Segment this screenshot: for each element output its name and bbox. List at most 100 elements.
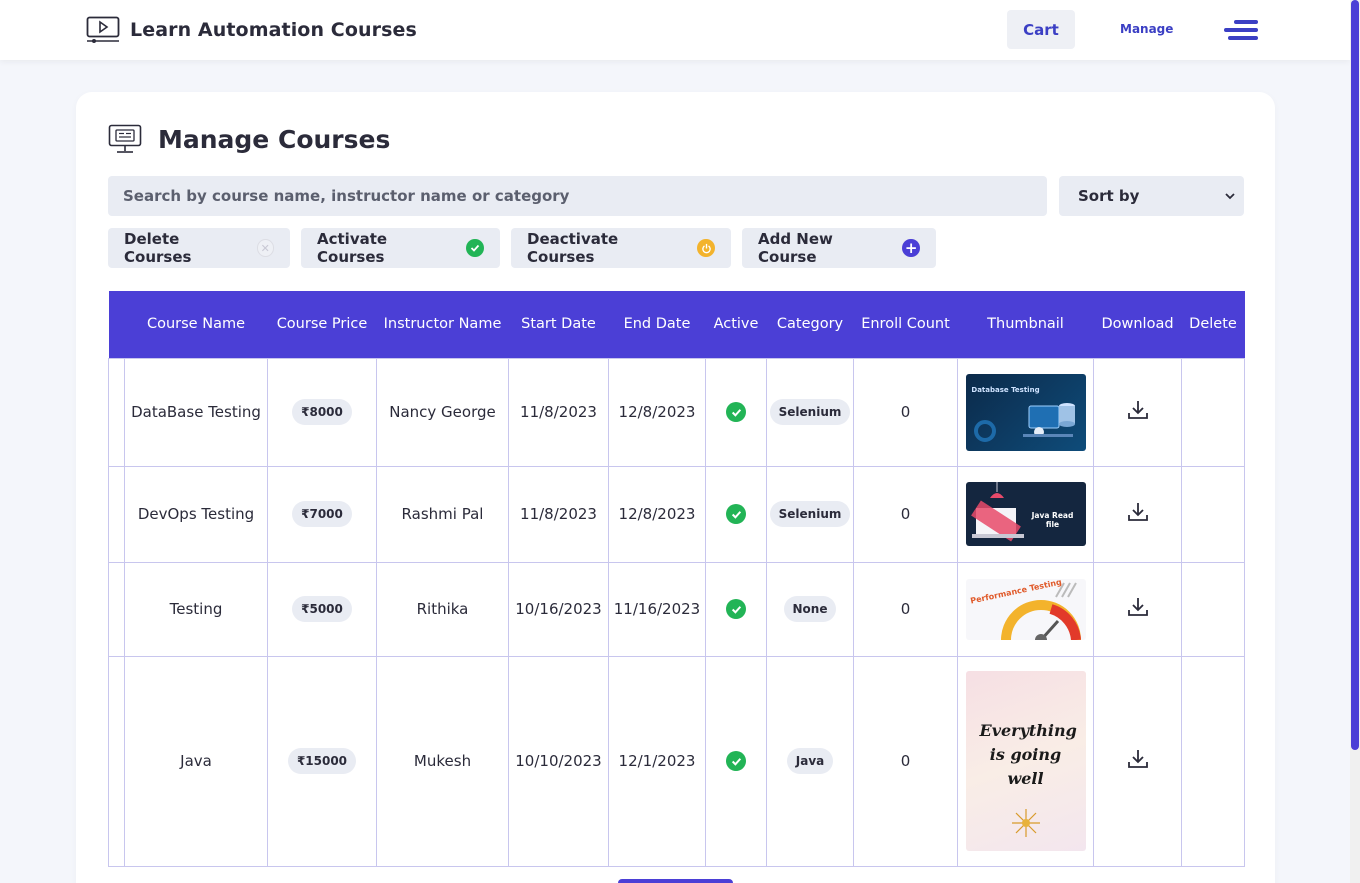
thumbnail-caption: Everything is going well — [979, 721, 1077, 788]
active-cell — [705, 465, 767, 563]
course-thumbnail: Database Testing — [965, 373, 1086, 451]
download-icon[interactable] — [1126, 500, 1150, 524]
row-select-cell[interactable] — [108, 561, 125, 657]
course-price-cell: ₹5000 — [267, 561, 377, 657]
row-select-cell[interactable] — [108, 465, 125, 563]
scrollbar-thumb[interactable] — [1351, 0, 1359, 750]
course-price: ₹5000 — [292, 596, 352, 622]
start-date: 11/8/2023 — [508, 465, 609, 563]
header-course-price[interactable]: Course Price — [268, 291, 377, 358]
instructor-name: Rithika — [376, 561, 509, 657]
activate-courses-button[interactable]: Activate Courses — [301, 228, 500, 268]
circle-decoration-icon — [973, 419, 996, 442]
download-icon[interactable] — [1126, 398, 1150, 422]
course-price-cell: ₹15000 — [267, 655, 377, 867]
speedometer-illustration-icon — [1000, 599, 1081, 640]
delete-cell[interactable] — [1181, 655, 1245, 867]
delete-cell[interactable] — [1181, 561, 1245, 657]
start-date: 10/16/2023 — [508, 561, 609, 657]
header-course-name[interactable]: Course Name — [125, 291, 268, 358]
active-cell — [705, 655, 767, 867]
top-navbar: Learn Automation Courses Cart Manage — [0, 0, 1350, 60]
course-name: DevOps Testing — [124, 465, 268, 563]
page-scrollbar[interactable] — [1350, 0, 1360, 883]
add-new-course-label: Add New Course — [758, 230, 833, 266]
category-cell: Selenium — [766, 357, 854, 467]
plus-circle-icon: + — [902, 239, 920, 257]
table-row: DevOps Testing ₹7000 Rashmi Pal 11/8/202… — [108, 465, 1245, 563]
thumbnail-cell: Performance Testing — [957, 561, 1094, 657]
delete-courses-label: Delete Courses — [124, 230, 192, 266]
active-cell — [705, 561, 767, 657]
row-select-cell[interactable] — [108, 357, 125, 467]
check-circle-icon — [726, 751, 746, 771]
start-date: 11/8/2023 — [508, 357, 609, 467]
deactivate-courses-button[interactable]: Deactivate Courses — [511, 228, 731, 268]
page-title: Manage Courses — [158, 124, 391, 154]
header-instructor-name[interactable]: Instructor Name — [377, 291, 509, 358]
search-input[interactable] — [108, 176, 1047, 216]
instructor-name: Rashmi Pal — [376, 465, 509, 563]
table-row: Testing ₹5000 Rithika 10/16/2023 11/16/2… — [108, 561, 1245, 657]
header-select — [109, 291, 125, 358]
enroll-count: 0 — [853, 655, 958, 867]
course-price: ₹15000 — [287, 748, 357, 774]
course-thumbnail: Everything is going well — [965, 671, 1086, 851]
header-download: Download — [1101, 316, 1174, 333]
delete-courses-button[interactable]: Delete Courses ✕ — [108, 228, 290, 268]
brand[interactable]: Learn Automation Courses — [86, 16, 417, 44]
course-name: Testing — [124, 561, 268, 657]
table-row: DataBase Testing ₹8000 Nancy George 11/8… — [108, 357, 1245, 467]
thumbnail-cell: Database Testing — [957, 357, 1094, 467]
cart-button[interactable]: Cart — [1007, 10, 1075, 49]
course-name: DataBase Testing — [124, 357, 268, 467]
check-circle-icon — [466, 239, 484, 257]
header-start-date[interactable]: Start Date — [509, 291, 609, 358]
delete-cell[interactable] — [1181, 465, 1245, 563]
download-cell — [1093, 655, 1182, 867]
row-select-cell[interactable] — [108, 655, 125, 867]
hamburger-menu-icon[interactable] — [1224, 18, 1258, 42]
table-row: Java ₹15000 Mukesh 10/10/2023 12/1/2023 … — [108, 655, 1245, 867]
course-thumbnail: Performance Testing — [965, 578, 1086, 640]
sort-selected-value: Sort by — [1078, 187, 1140, 205]
header-category[interactable]: Category — [767, 291, 854, 358]
database-illustration-icon — [1022, 402, 1075, 437]
header-thumbnail: Thumbnail — [987, 316, 1064, 333]
end-date: 12/8/2023 — [608, 357, 706, 467]
thumbnail-caption: Database Testing — [971, 385, 1040, 394]
add-new-course-button[interactable]: Add New Course + — [742, 228, 936, 268]
check-circle-icon — [726, 402, 746, 422]
close-icon: ✕ — [256, 239, 274, 257]
manage-link[interactable]: Manage — [1120, 22, 1173, 36]
check-circle-icon — [726, 504, 746, 524]
category-cell: Selenium — [766, 465, 854, 563]
flower-illustration-icon — [1011, 809, 1040, 837]
header-end-date[interactable]: End Date — [609, 291, 706, 358]
download-icon[interactable] — [1126, 747, 1150, 771]
video-screen-icon — [86, 16, 120, 43]
courses-table: Course Name Course Price Instructor Name… — [108, 291, 1245, 867]
sort-select[interactable]: Sort by — [1059, 176, 1244, 216]
download-cell — [1093, 561, 1182, 657]
end-date: 12/8/2023 — [608, 465, 706, 563]
start-date: 10/10/2023 — [508, 655, 609, 867]
pagination-button[interactable] — [618, 879, 733, 883]
thumbnail-cell: Everything is going well — [957, 655, 1094, 867]
category-badge: Java — [786, 748, 834, 774]
header-active[interactable]: Active — [706, 291, 767, 358]
active-cell — [705, 357, 767, 467]
delete-cell[interactable] — [1181, 357, 1245, 467]
end-date: 11/16/2023 — [608, 561, 706, 657]
category-badge: Selenium — [769, 399, 851, 425]
course-price-cell: ₹8000 — [267, 357, 377, 467]
download-icon[interactable] — [1126, 595, 1150, 619]
activate-courses-label: Activate Courses — [317, 230, 388, 266]
category-cell: None — [766, 561, 854, 657]
course-thumbnail: Java Read file — [965, 482, 1086, 546]
enroll-count: 0 — [853, 357, 958, 467]
stripes-decoration-icon — [1054, 582, 1077, 597]
header-enroll-count[interactable]: Enroll Count — [854, 291, 958, 358]
page-header: Manage Courses — [108, 124, 390, 154]
brand-title: Learn Automation Courses — [130, 19, 417, 41]
